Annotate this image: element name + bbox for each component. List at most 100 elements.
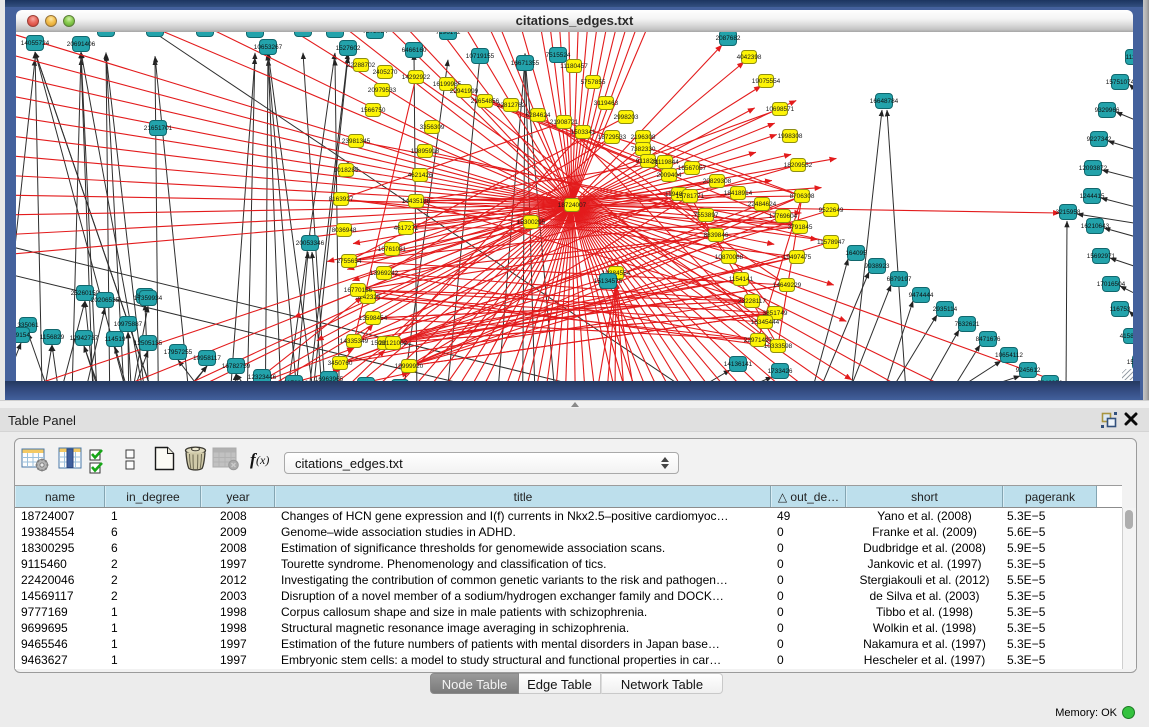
svg-text:10870088: 10870088	[715, 254, 744, 261]
svg-text:11123: 11123	[1126, 54, 1133, 61]
svg-text:20709364: 20709364	[321, 32, 350, 34]
svg-text:15985179: 15985179	[1127, 359, 1133, 366]
svg-text:4158259: 4158259	[1120, 333, 1133, 340]
svg-text:7632621: 7632621	[955, 321, 980, 328]
svg-text:4621426: 4621426	[408, 172, 433, 179]
svg-text:7372054: 7372054	[363, 32, 388, 35]
svg-text:16963965: 16963965	[315, 376, 344, 381]
svg-text:2755654: 2755654	[337, 258, 362, 265]
svg-text:14292922: 14292922	[402, 74, 431, 81]
svg-text:16671355: 16671355	[511, 60, 540, 67]
svg-text:3356309: 3356309	[420, 124, 445, 131]
svg-text:15134575: 15134575	[594, 278, 623, 285]
svg-text:19497475: 19497475	[783, 254, 812, 261]
svg-text:39154: 39154	[16, 332, 30, 339]
svg-text:2935114: 2935114	[933, 306, 958, 313]
svg-text:3119463: 3119463	[594, 100, 619, 107]
svg-text:23981345: 23981345	[342, 138, 371, 145]
svg-text:18724007: 18724007	[558, 202, 587, 209]
svg-text:1244415: 1244415	[1080, 193, 1105, 200]
svg-text:1527602: 1527602	[336, 45, 361, 52]
svg-text:15751074: 15751074	[1106, 79, 1133, 86]
svg-text:22288702: 22288702	[347, 62, 376, 69]
svg-text:19075554: 19075554	[752, 78, 781, 85]
svg-text:2998203: 2998203	[614, 114, 639, 121]
svg-text:13598454: 13598454	[359, 315, 388, 322]
svg-text:10698571: 10698571	[766, 106, 795, 113]
svg-text:9938923: 9938923	[865, 263, 890, 270]
svg-text:5757855: 5757855	[581, 79, 606, 86]
svg-text:16648784: 16648784	[870, 98, 899, 105]
svg-text:11578947: 11578947	[817, 239, 845, 246]
svg-text:13969242: 13969242	[370, 270, 399, 277]
svg-text:21119844: 21119844	[651, 159, 679, 166]
svg-text:21908721: 21908721	[550, 119, 579, 126]
svg-text:22812762: 22812762	[497, 102, 526, 109]
svg-text:18729533: 18729533	[598, 134, 627, 141]
svg-text:23228117: 23228117	[738, 298, 766, 305]
svg-text:7382330: 7382330	[631, 146, 656, 153]
svg-text:16770156: 16770156	[344, 287, 373, 294]
svg-text:9474444: 9474444	[909, 292, 934, 299]
svg-text:17016504: 17016504	[1097, 281, 1126, 288]
svg-text:114519: 114519	[105, 336, 126, 343]
svg-text:9245612: 9245612	[1016, 367, 1041, 374]
svg-text:(x): (x)	[256, 453, 269, 467]
svg-text:3791845: 3791845	[788, 224, 813, 231]
svg-text:164095: 164095	[845, 250, 867, 257]
svg-text:7515524: 7515524	[546, 52, 571, 59]
svg-text:18300295: 18300295	[517, 219, 546, 226]
svg-text:6466160: 6466160	[402, 47, 427, 54]
svg-text:15692971: 15692971	[1087, 253, 1116, 260]
svg-text:15781771: 15781771	[676, 193, 705, 200]
svg-text:19782844: 19782844	[141, 32, 170, 33]
svg-text:25260150: 25260150	[71, 290, 100, 297]
svg-text:7553897: 7553897	[694, 212, 719, 219]
svg-text:7246952: 7246952	[1038, 380, 1063, 381]
svg-text:18040325: 18040325	[289, 32, 318, 33]
svg-text:12093872: 12093872	[1079, 165, 1108, 172]
svg-text:2196308: 2196308	[631, 134, 656, 141]
svg-text:6284624: 6284624	[526, 112, 551, 119]
svg-text:14136141: 14136141	[724, 361, 753, 368]
svg-text:1503341: 1503341	[571, 129, 596, 136]
svg-text:2087682: 2087682	[716, 35, 741, 42]
svg-text:22941999: 22941999	[450, 88, 479, 95]
svg-text:16782759: 16782759	[222, 363, 251, 370]
svg-text:4617271: 4617271	[394, 225, 419, 232]
svg-text:14649229: 14649229	[773, 282, 802, 289]
svg-text:16345444: 16345444	[751, 319, 780, 326]
svg-text:14055724: 14055724	[21, 40, 50, 47]
svg-text:1998308: 1998308	[778, 133, 803, 140]
svg-text:17957255: 17957255	[164, 349, 193, 356]
svg-text:1018285: 1018285	[334, 167, 359, 174]
svg-text:11180457: 11180457	[560, 63, 588, 70]
svg-text:116753: 116753	[1110, 306, 1131, 313]
svg-text:22484624: 22484624	[748, 201, 777, 208]
svg-text:12942737: 12942737	[70, 335, 99, 342]
svg-text:9227342: 9227342	[1087, 136, 1112, 143]
svg-text:21651701: 21651701	[144, 125, 173, 132]
svg-text:20053346: 20053346	[296, 240, 325, 247]
svg-text:1156829: 1156829	[40, 334, 65, 341]
svg-text:19999920: 19999920	[395, 363, 424, 370]
svg-text:9522649: 9522649	[819, 207, 844, 214]
svg-text:1154141: 1154141	[729, 276, 754, 283]
svg-text:16624623: 16624623	[191, 32, 220, 33]
svg-text:20691406: 20691406	[67, 41, 96, 48]
svg-text:8839846: 8839846	[704, 232, 729, 239]
svg-text:10761081: 10761081	[378, 246, 407, 253]
svg-text:8036948: 8036948	[332, 227, 357, 234]
svg-text:3450760: 3450760	[328, 360, 353, 367]
svg-text:7196172: 7196172	[436, 32, 461, 36]
svg-text:12505135: 12505135	[134, 340, 163, 347]
svg-text:17769604: 17769604	[769, 213, 798, 220]
svg-text:14435188: 14435188	[402, 198, 431, 205]
svg-text:17359934: 17359934	[134, 295, 163, 302]
svg-text:2405270: 2405270	[373, 69, 398, 76]
svg-text:12323446: 12323446	[248, 374, 277, 381]
svg-text:16160976: 16160976	[241, 32, 270, 34]
svg-text:16179338: 16179338	[92, 32, 121, 33]
svg-text:20829308: 20829308	[703, 178, 732, 185]
svg-text:16210643: 16210643	[1081, 223, 1110, 230]
